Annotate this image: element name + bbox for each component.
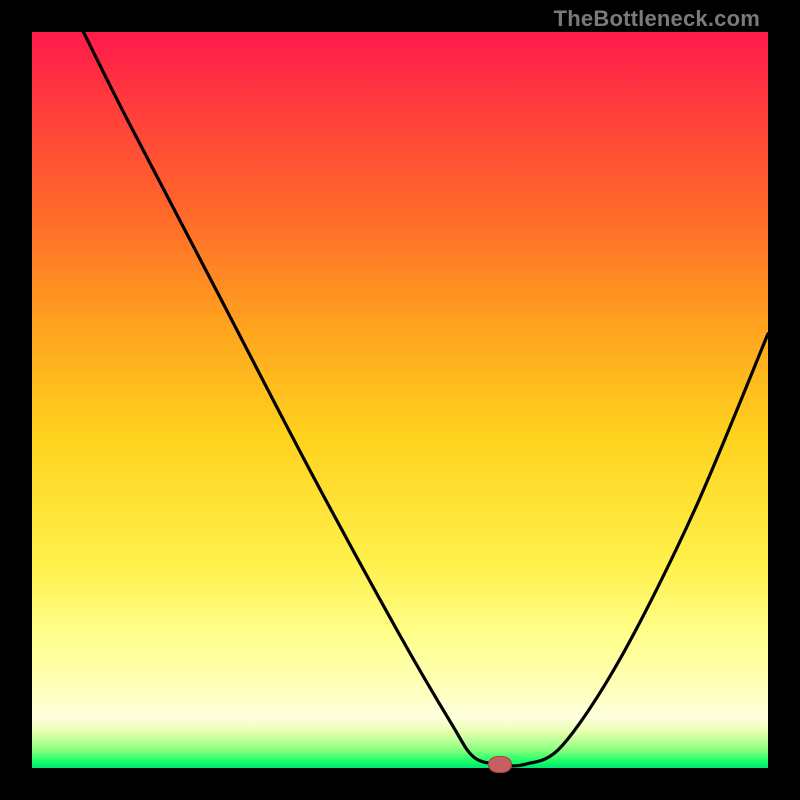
curve-path [84,32,768,766]
chart-frame: TheBottleneck.com [0,0,800,800]
bottleneck-curve [32,32,768,768]
optimal-marker [488,756,512,773]
watermark-text: TheBottleneck.com [554,6,760,32]
plot-area [32,32,768,768]
